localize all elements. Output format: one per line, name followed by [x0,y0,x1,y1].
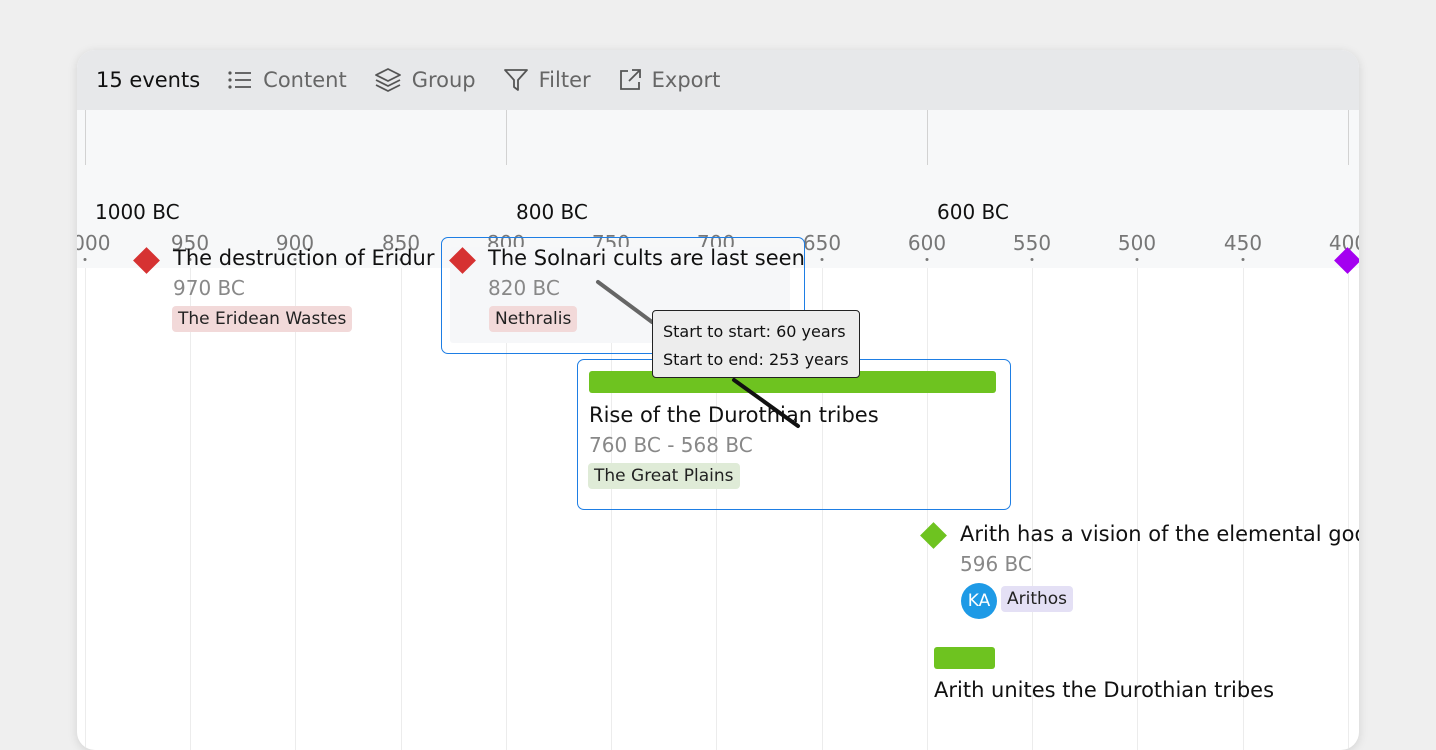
event-date: 760 BC - 568 BC [589,433,753,457]
tooltip-start-to-start: Start to start: 60 years [663,322,846,341]
event-date: 596 BC [960,552,1032,576]
major-label: 600 BC [937,200,1009,224]
grid-line [401,268,402,750]
grid-line [1348,268,1349,750]
grid-line [85,268,86,750]
measure-tooltip: Start to start: 60 years Start to end: 2… [652,310,860,378]
event-title: The Solnari cults are last seen [488,246,805,270]
export-label: Export [651,68,721,92]
layers-icon [374,68,401,92]
event-title: Rise of the Durothian tribes [589,403,879,427]
event-title: The destruction of Eridur [173,246,435,270]
event-count: 15 events [96,68,201,92]
filter-icon [503,69,528,91]
duration-bar[interactable] [934,647,995,669]
tick-dot [1030,258,1034,261]
grid-line [190,268,191,750]
content-button[interactable]: Content [227,68,347,92]
place-tag[interactable]: Nethralis [489,306,578,332]
major-tick [927,110,928,165]
tick-dot [1135,258,1139,261]
tick-dot [83,258,87,261]
group-label: Group [411,68,476,92]
event-title: Arith has a vision of the elemental gods [960,522,1359,546]
tooltip-start-to-end: Start to end: 253 years [663,350,849,369]
tick-dot [925,258,929,261]
filter-label: Filter [538,68,591,92]
tick-dot [1241,258,1245,261]
minor-label: 550 [1012,231,1052,255]
place-tag[interactable]: The Great Plains [588,463,740,489]
grid-line [295,268,296,750]
person-avatar[interactable]: KA [961,583,997,619]
list-icon [228,71,252,89]
group-button[interactable]: Group [374,67,476,93]
major-label: 1000 BC [95,200,180,224]
milestone-diamond-icon [920,522,947,549]
timeline-card: 15 events Content Group Filter Export 10… [77,50,1359,750]
place-tag[interactable]: Arithos [1001,586,1074,612]
major-label: 800 BC [516,200,588,224]
minor-label: 500 [1117,231,1157,255]
minor-label: 450 [1223,231,1263,255]
external-link-icon [619,69,641,90]
toolbar: 15 events Content Group Filter Export [77,50,1359,110]
filter-button[interactable]: Filter [503,68,591,92]
tick-dot [820,258,824,261]
event-date: 820 BC [488,276,560,300]
major-tick [506,110,507,165]
minor-label: 1000 [77,231,111,255]
event-title: Arith unites the Durothian tribes [934,678,1275,702]
place-tag[interactable]: The Eridean Wastes [172,306,353,332]
event-date: 970 BC [173,276,245,300]
content-label: Content [263,68,347,92]
major-tick [85,110,86,165]
minor-label: 600 [907,231,947,255]
major-tick [1348,110,1349,165]
minor-label: 650 [802,231,842,255]
export-button[interactable]: Export [618,68,721,92]
